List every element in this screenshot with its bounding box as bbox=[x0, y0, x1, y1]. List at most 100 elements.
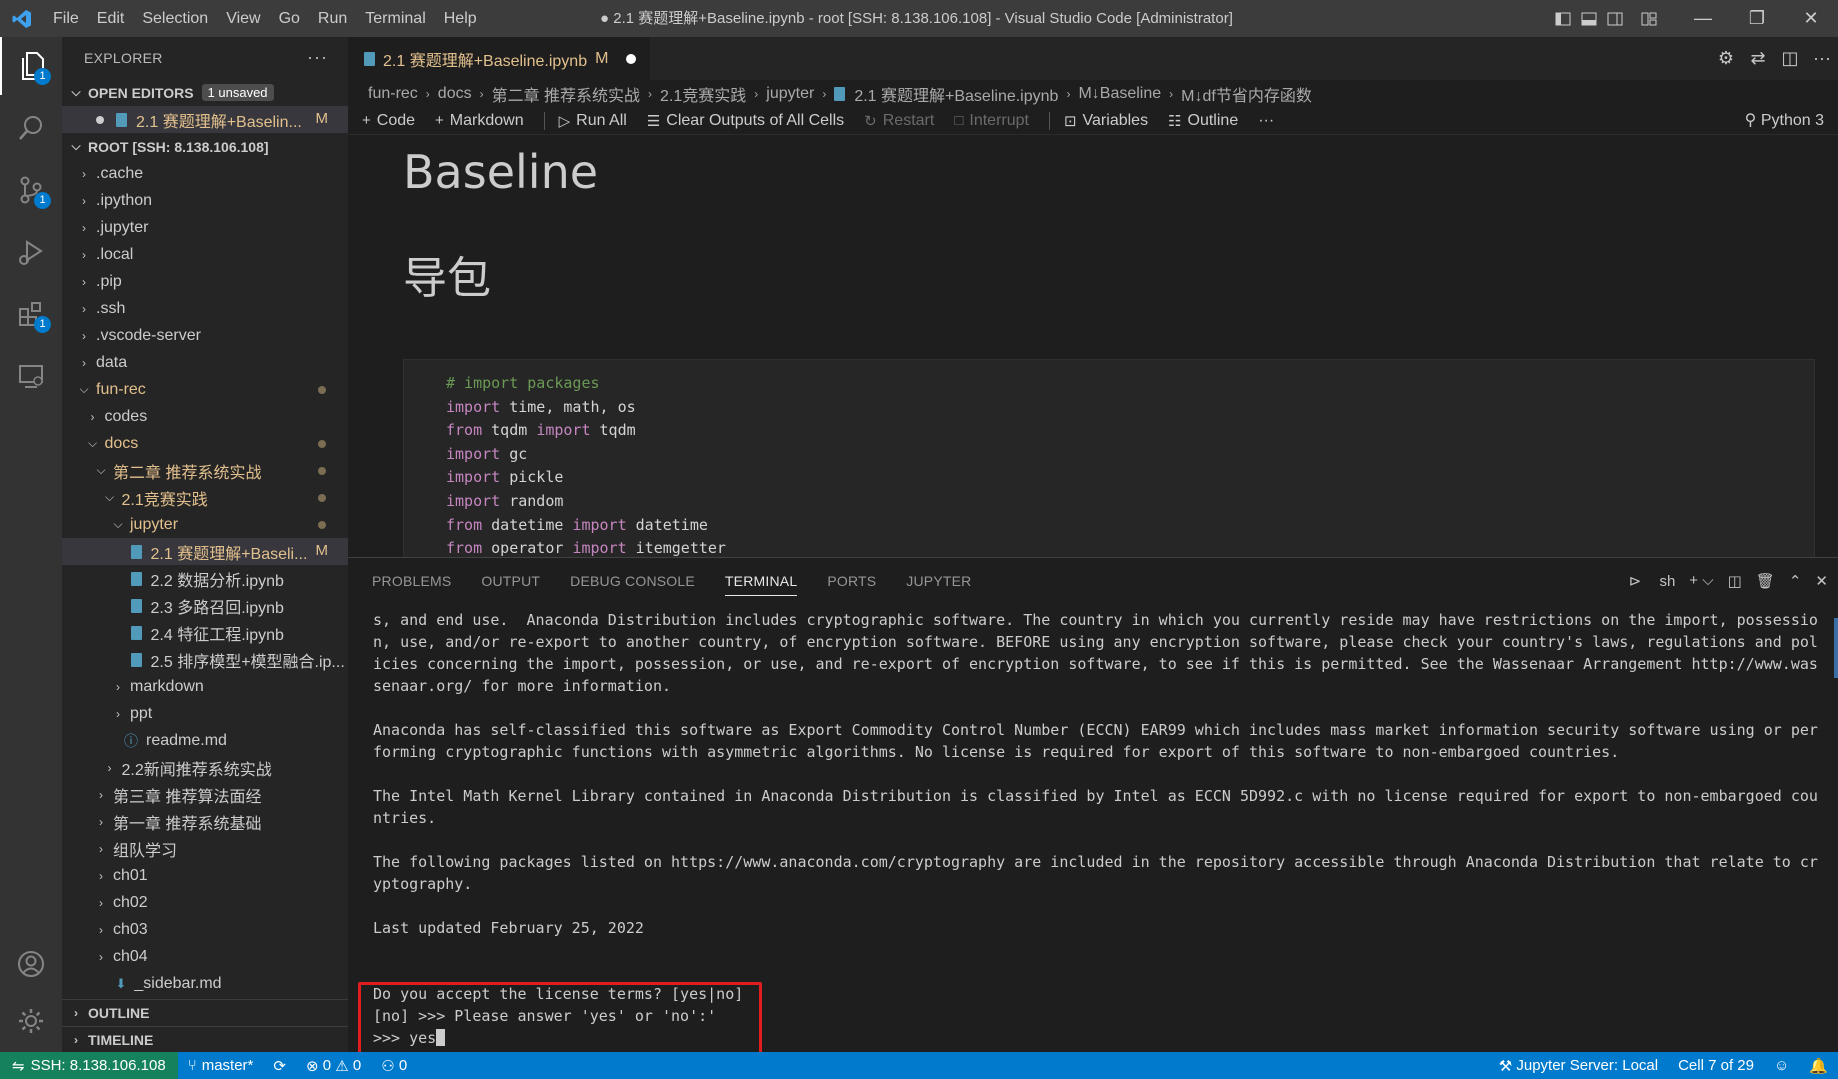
problems-indicator[interactable]: ⊗ 0 ⚠ 0 bbox=[296, 1057, 371, 1075]
timeline-section[interactable]: › TIMELINE bbox=[62, 1026, 348, 1052]
tree-folder[interactable]: › .ipython bbox=[62, 187, 348, 214]
clear-outputs-button[interactable]: ☰ Clear Outputs of All Cells bbox=[647, 112, 844, 130]
explorer-icon[interactable]: 1 bbox=[0, 37, 62, 95]
tree-file[interactable]: ⬇ _sidebar.md bbox=[62, 970, 348, 997]
tree-folder[interactable]: › .vscode-server bbox=[62, 322, 348, 349]
manage-gear-icon[interactable] bbox=[0, 992, 62, 1050]
tree-folder[interactable]: › 组队学习 bbox=[62, 835, 348, 862]
tab-output[interactable]: OUTPUT bbox=[481, 573, 540, 589]
run-debug-icon[interactable] bbox=[0, 223, 62, 281]
tab-jupyter[interactable]: JUPYTER bbox=[906, 573, 971, 589]
tree-folder[interactable]: › .jupyter bbox=[62, 214, 348, 241]
git-branch[interactable]: ⑂ master* bbox=[178, 1057, 264, 1074]
tree-folder[interactable]: › 第三章 推荐算法面经 bbox=[62, 781, 348, 808]
menu-selection[interactable]: Selection bbox=[133, 0, 217, 37]
tree-folder[interactable]: › ppt bbox=[62, 700, 348, 727]
restart-button[interactable]: ↻ Restart bbox=[864, 112, 934, 130]
root-folder-header[interactable]: ⌵ ROOT [SSH: 8.138.106.108] bbox=[62, 133, 348, 160]
terminal-shell-selector[interactable]: ⊳ sh bbox=[1615, 572, 1676, 590]
tree-folder[interactable]: › 2.2新闻推荐系统实战 bbox=[62, 754, 348, 781]
tab-terminal[interactable]: TERMINAL bbox=[724, 573, 798, 596]
breadcrumb-item[interactable]: 第二章 推荐系统实战 bbox=[492, 82, 640, 106]
sync-icon[interactable]: ⟳ bbox=[263, 1057, 296, 1075]
breadcrumb-item[interactable]: docs bbox=[438, 85, 472, 103]
tree-folder[interactable]: ⌵ 2.1竞赛实践 bbox=[62, 484, 348, 511]
close-window-icon[interactable]: ✕ bbox=[1784, 0, 1838, 37]
toggle-secondary-sidebar-icon[interactable] bbox=[1602, 0, 1628, 37]
unsaved-dot-icon[interactable] bbox=[626, 54, 637, 64]
compare-changes-icon[interactable]: ⇄ bbox=[1742, 48, 1774, 69]
menu-edit[interactable]: Edit bbox=[88, 0, 134, 37]
breadcrumb-item[interactable]: jupyter bbox=[766, 85, 814, 103]
accounts-icon[interactable] bbox=[0, 935, 62, 993]
menu-view[interactable]: View bbox=[217, 0, 269, 37]
tab-baseline-notebook[interactable]: 2.1 赛题理解+Baseline.ipynb M bbox=[348, 37, 651, 80]
run-all-button[interactable]: ▷ Run All bbox=[559, 112, 627, 130]
code-cell[interactable]: # import packages import time, math, os f… bbox=[403, 359, 1815, 557]
tree-folder[interactable]: › .local bbox=[62, 241, 348, 268]
search-icon[interactable] bbox=[0, 99, 62, 157]
customize-layout-icon[interactable] bbox=[1636, 0, 1662, 37]
new-terminal-plus-icon[interactable]: + ⌵ bbox=[1689, 572, 1713, 589]
interrupt-button[interactable]: □ Interrupt bbox=[954, 112, 1029, 130]
breadcrumb-item[interactable]: M↓Baseline bbox=[1078, 85, 1161, 103]
tab-debug-console[interactable]: DEBUG CONSOLE bbox=[570, 573, 695, 589]
toggle-sidebar-icon[interactable] bbox=[1550, 0, 1576, 37]
markdown-heading-baseline[interactable]: Baseline bbox=[403, 145, 598, 199]
more-actions-icon[interactable]: ··· bbox=[1806, 48, 1838, 69]
jupyter-server-status[interactable]: ⚒ Jupyter Server: Local bbox=[1489, 1057, 1668, 1075]
close-panel-icon[interactable]: ✕ bbox=[1815, 572, 1828, 590]
remote-explorer-icon[interactable] bbox=[0, 347, 62, 405]
tree-file[interactable]: 2.1 赛题理解+Baseli... M bbox=[62, 538, 348, 565]
ports-indicator[interactable]: ⚇ 0 bbox=[371, 1057, 417, 1075]
tab-ports[interactable]: PORTS bbox=[827, 573, 876, 589]
breadcrumb-item[interactable]: M↓df节省内存函数 bbox=[1181, 82, 1312, 106]
restore-icon[interactable]: ❐ bbox=[1730, 0, 1784, 37]
remote-indicator[interactable]: ⇋ SSH: 8.138.106.108 bbox=[0, 1052, 178, 1079]
tree-folder[interactable]: › markdown bbox=[62, 673, 348, 700]
kernel-picker[interactable]: ⚲ Python 3 bbox=[1745, 107, 1824, 135]
outline-section[interactable]: › OUTLINE bbox=[62, 999, 348, 1026]
add-code-button[interactable]: + Code bbox=[362, 112, 415, 130]
extensions-icon[interactable]: 1 bbox=[0, 285, 62, 343]
breadcrumb-item[interactable]: 2.1竞赛实践 bbox=[660, 82, 746, 106]
settings-gear-icon[interactable]: ⚙ bbox=[1710, 48, 1742, 69]
toggle-panel-icon[interactable] bbox=[1576, 0, 1602, 37]
split-terminal-icon[interactable]: ◫ bbox=[1728, 572, 1742, 590]
menu-file[interactable]: File bbox=[44, 0, 88, 37]
menu-go[interactable]: Go bbox=[270, 0, 309, 37]
markdown-heading-imports[interactable]: 导包 bbox=[403, 242, 491, 306]
breadcrumb-item[interactable]: fun-rec bbox=[368, 85, 418, 103]
notifications-bell-icon[interactable]: 🔔 bbox=[1799, 1057, 1838, 1075]
tree-folder[interactable]: › .cache bbox=[62, 160, 348, 187]
more-actions-icon[interactable]: ··· bbox=[1258, 112, 1274, 130]
variables-button[interactable]: ⊡ Variables bbox=[1064, 112, 1148, 130]
tree-file[interactable]: 2.4 特征工程.ipynb bbox=[62, 619, 348, 646]
add-markdown-button[interactable]: + Markdown bbox=[435, 112, 524, 130]
open-editor-item[interactable]: 2.1 赛题理解+Baselin... M bbox=[62, 106, 348, 133]
source-control-icon[interactable]: 1 bbox=[0, 161, 62, 219]
tree-file[interactable]: 2.2 数据分析.ipynb bbox=[62, 565, 348, 592]
tree-folder[interactable]: › codes bbox=[62, 403, 348, 430]
tree-folder[interactable]: › .ssh bbox=[62, 295, 348, 322]
open-editors-header[interactable]: ⌵ OPEN EDITORS 1 unsaved bbox=[62, 79, 348, 106]
tree-folder[interactable]: ⌵ jupyter bbox=[62, 511, 348, 538]
tree-folder[interactable]: ⌵ 第二章 推荐系统实战 bbox=[62, 457, 348, 484]
tree-file[interactable]: 2.5 排序模型+模型融合.ip... bbox=[62, 646, 348, 673]
menu-terminal[interactable]: Terminal bbox=[356, 0, 434, 37]
maximize-panel-chevron-up-icon[interactable]: ⌃ bbox=[1789, 572, 1802, 590]
tree-file[interactable]: ⓘ readme.md bbox=[62, 727, 348, 754]
tree-folder[interactable]: › .pip bbox=[62, 268, 348, 295]
tree-folder[interactable]: › ch03 bbox=[62, 916, 348, 943]
tree-folder[interactable]: ⌵ docs bbox=[62, 430, 348, 457]
kill-terminal-trash-icon[interactable]: 🗑 bbox=[1756, 572, 1775, 590]
tree-folder[interactable]: › ch02 bbox=[62, 889, 348, 916]
feedback-icon[interactable]: ☺ bbox=[1764, 1057, 1799, 1074]
outline-button[interactable]: ☷ Outline bbox=[1168, 112, 1238, 130]
terminal-scrollbar[interactable] bbox=[1834, 618, 1838, 678]
split-editor-icon[interactable]: ◫ bbox=[1774, 48, 1806, 69]
tree-folder[interactable]: › ch04 bbox=[62, 943, 348, 970]
tree-folder[interactable]: › 第一章 推荐系统基础 bbox=[62, 808, 348, 835]
tree-folder[interactable]: › data bbox=[62, 349, 348, 376]
menu-help[interactable]: Help bbox=[435, 0, 486, 37]
